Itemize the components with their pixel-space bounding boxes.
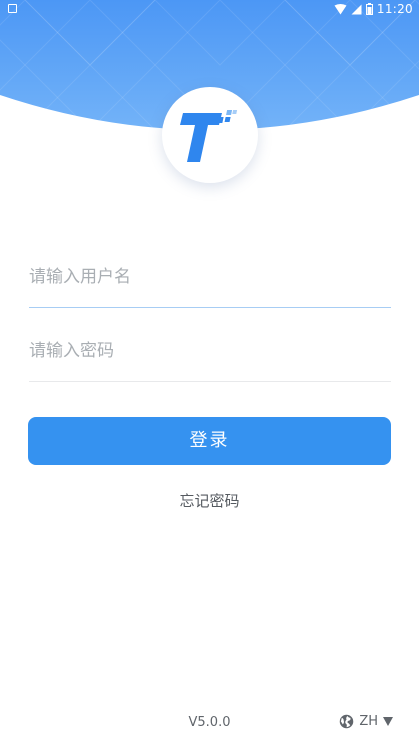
status-time: 11:20 xyxy=(376,2,413,16)
username-underline xyxy=(29,307,391,308)
status-indicators: 11:20 xyxy=(334,1,413,17)
password-underline xyxy=(29,381,391,382)
triangle-down-icon xyxy=(383,717,393,726)
language-label: ZH xyxy=(359,714,378,729)
language-switcher[interactable]: ZH xyxy=(339,714,393,729)
app-logo xyxy=(162,87,258,183)
status-bar: 11:20 xyxy=(0,0,419,18)
username-input[interactable] xyxy=(29,248,391,306)
app-logo-mark xyxy=(180,110,238,162)
notification-icon xyxy=(8,4,17,13)
password-input[interactable] xyxy=(29,322,391,380)
wifi-icon xyxy=(334,3,347,14)
globe-icon xyxy=(340,714,354,729)
battery-icon xyxy=(365,3,373,15)
signal-icon xyxy=(351,4,362,14)
password-field[interactable] xyxy=(29,322,391,382)
username-field[interactable] xyxy=(29,248,391,308)
forgot-password-link[interactable]: 忘记密码 xyxy=(0,490,419,511)
login-button[interactable]: 登录 xyxy=(28,417,391,465)
